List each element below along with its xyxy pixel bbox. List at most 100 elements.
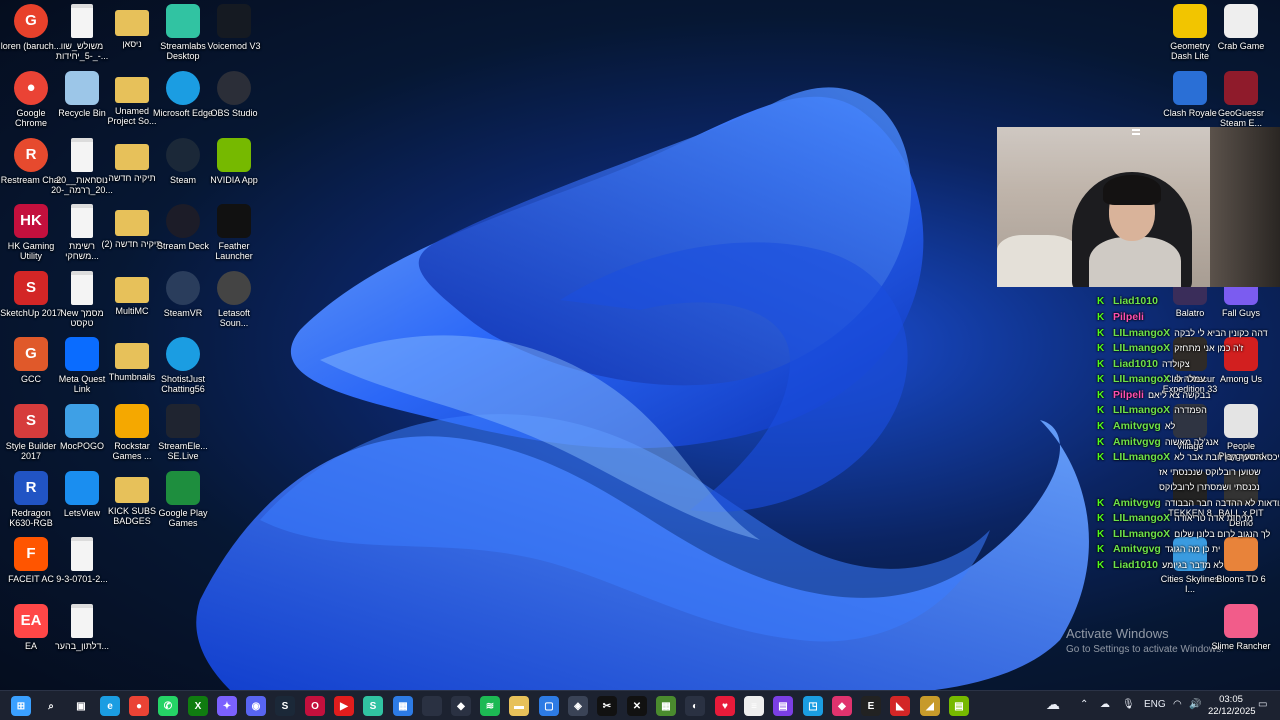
activate-title: Activate Windows — [1066, 626, 1169, 641]
desktop-icon-image — [65, 404, 99, 438]
desktop-icon[interactable]: GeoGuessr Steam E... — [1210, 71, 1272, 128]
gear-app-icon[interactable]: ◆ — [451, 696, 471, 716]
desktop-icon-image: S — [14, 271, 48, 305]
whatsapp-icon[interactable]: ✆ — [158, 696, 178, 716]
clock-date: 22/12/2025 — [1208, 706, 1256, 717]
desktop-icon[interactable]: ShotistJust Chatting56 — [152, 337, 214, 394]
clock-time: 03:05 — [1219, 694, 1243, 705]
desktop-icon-label: Google Play Games — [158, 508, 208, 528]
desktop-icon-image — [115, 10, 149, 36]
gold-app-icon[interactable]: ◢ — [920, 696, 940, 716]
desktop-icon[interactable]: Crab Game — [1210, 4, 1272, 51]
chat-username: LILmangoX — [1113, 404, 1171, 416]
snip-icon[interactable]: ◳ — [803, 696, 823, 716]
chat-message: K Amitvgvg ית כן מה הגוגד — [1097, 543, 1220, 558]
desktop-icon[interactable]: Letasoft Soun... — [203, 271, 265, 328]
task-view-icon[interactable]: ▣ — [71, 696, 91, 716]
shield-icon[interactable]: ◈ — [568, 696, 588, 716]
desktop-icon[interactable]: Feather Launcher — [203, 204, 265, 261]
language-indicator[interactable]: ENG — [1144, 699, 1166, 710]
discord-icon[interactable]: ◉ — [246, 696, 266, 716]
chat-text: הפמדרה — [1174, 405, 1207, 415]
epic-x-icon[interactable]: ✕ — [627, 696, 647, 716]
desktop-icon[interactable]: OBS Studio — [203, 71, 265, 118]
minecraft-icon[interactable]: ▦ — [656, 696, 676, 716]
clapper-icon[interactable]: ▤ — [773, 696, 793, 716]
desktop-icon-label: Voicemod V3 — [207, 41, 261, 51]
start-button[interactable]: ⊞ — [11, 696, 31, 716]
kick-badge-icon: K — [1097, 560, 1105, 571]
xbox-icon[interactable]: X — [188, 696, 208, 716]
kick-badge-icon: K — [1097, 498, 1105, 509]
chat-message: K Amitvgvg אנג'לה מאשוה — [1097, 436, 1219, 451]
chat-message: K Liad1010 צקולדה — [1097, 358, 1190, 373]
copilot-icon[interactable]: ✦ — [217, 696, 237, 716]
desktop-icon[interactable]: StreamEle... SE.Live — [152, 404, 214, 461]
chat-message: K LILmangoX ז'ה כמן אני מתחזק — [1097, 342, 1243, 357]
blank-icon[interactable] — [422, 696, 442, 716]
desktop-icon-label: NVIDIA App — [210, 175, 258, 185]
nvidia-icon[interactable]: ▤ — [949, 696, 969, 716]
desktop-icon-image — [115, 477, 149, 503]
kick-badge-icon: K — [1097, 421, 1105, 432]
chat-username: Amitvgvg — [1113, 420, 1161, 432]
taskbar: ⊞ ⌕ ▣ e ● ✆ X ✦ ◉ S O ▶ S ▦ ◆ ≋ ▬ ▢ ◈ ✂ ✕ ▦ ◐ ♥ ≡ ▤ ◳ ◆ E ◣ ◢ ▤ ⌃ ☁ 🎙 E… — [0, 690, 1280, 720]
desktop-icon-label: StreamEle... SE.Live — [158, 441, 208, 461]
desktop-icon[interactable]: Google Play Games — [152, 471, 214, 528]
kick-badge-icon: K — [1097, 359, 1105, 370]
red-app-icon[interactable]: ◣ — [890, 696, 910, 716]
chat-text: בבקשה צא ליאם — [1147, 390, 1211, 400]
activate-subtitle: Go to Settings to activate Windows. — [1066, 644, 1224, 655]
clock[interactable]: 03:05 22/12/2025 — [1208, 694, 1256, 718]
desktop-icon[interactable]: דלתון_בהער... — [51, 604, 113, 651]
desktop-icon-label: Crab Game — [1217, 41, 1265, 51]
desktop-icon-image — [115, 343, 149, 369]
spotify-icon[interactable]: ≋ — [480, 696, 500, 716]
chat-username: LILmangoX — [1113, 512, 1171, 524]
desktop-icon-image — [71, 604, 93, 638]
desktop-icon-image: F — [14, 537, 48, 571]
chat-username: Liad1010 — [1113, 358, 1158, 370]
streamlabs-icon[interactable]: S — [363, 696, 383, 716]
volume-icon[interactable]: 🔊 — [1189, 699, 1201, 710]
desktop-icon-image — [166, 4, 200, 38]
chat-message: K Liad1010 לא מדבר בגיומע — [1097, 559, 1224, 574]
chat-message: K Amitvgvg לא — [1097, 420, 1175, 435]
file-explorer-icon[interactable]: ▬ — [509, 696, 529, 716]
desktop-icon-image — [1224, 604, 1258, 638]
chat-text: ית כן מה הגוגד — [1164, 544, 1221, 554]
desktop-icon-image: R — [14, 138, 48, 172]
epic-games-icon[interactable]: E — [861, 696, 881, 716]
search-icon[interactable]: ⌕ — [41, 696, 61, 716]
capcut-icon[interactable]: ✂ — [597, 696, 617, 716]
network-tray-icon[interactable]: ☁ — [1100, 699, 1110, 710]
dark-app-icon[interactable]: ◐ — [685, 696, 705, 716]
desktop-icon[interactable]: 9-3-0701-2... — [51, 537, 113, 584]
microphone-icon[interactable]: 🎙 — [1122, 699, 1135, 710]
game-app-icon[interactable]: ◆ — [832, 696, 852, 716]
chevron-up-icon[interactable]: ⌃ — [1080, 699, 1088, 710]
edge-icon[interactable]: e — [100, 696, 120, 716]
desktop-icon-label: ShotistJust Chatting56 — [160, 374, 206, 394]
notification-icon[interactable]: ▭ — [1258, 699, 1267, 710]
desktop-icon-image — [71, 138, 93, 172]
notepad-icon[interactable]: ≡ — [744, 696, 764, 716]
desktop-icon-image — [115, 77, 149, 103]
chat-username: LILmangoX — [1113, 342, 1171, 354]
desktop-icon-label: Feather Launcher — [215, 241, 253, 261]
desktop-icon-image — [166, 271, 200, 305]
youtube-icon[interactable]: ▶ — [334, 696, 354, 716]
heart-icon[interactable]: ♥ — [715, 696, 735, 716]
steam-icon[interactable]: S — [275, 696, 295, 716]
photos-icon[interactable]: ▢ — [539, 696, 559, 716]
wifi-icon[interactable]: ◠ — [1173, 699, 1182, 710]
desktop-icon[interactable]: NVIDIA App — [203, 138, 265, 185]
chat-username: LILmangoX — [1113, 373, 1171, 385]
store-icon[interactable]: ▦ — [393, 696, 413, 716]
chrome-icon[interactable]: ● — [129, 696, 149, 716]
desktop-icon[interactable]: Voicemod V3 — [203, 4, 265, 51]
chat-username: Pilpeli — [1113, 389, 1144, 401]
opera-icon[interactable]: O — [305, 696, 325, 716]
chat-continuation: שטוען רובלוקס שנכנסתי אז — [1159, 467, 1261, 477]
weather-icon[interactable]: ☁ — [1046, 696, 1060, 713]
